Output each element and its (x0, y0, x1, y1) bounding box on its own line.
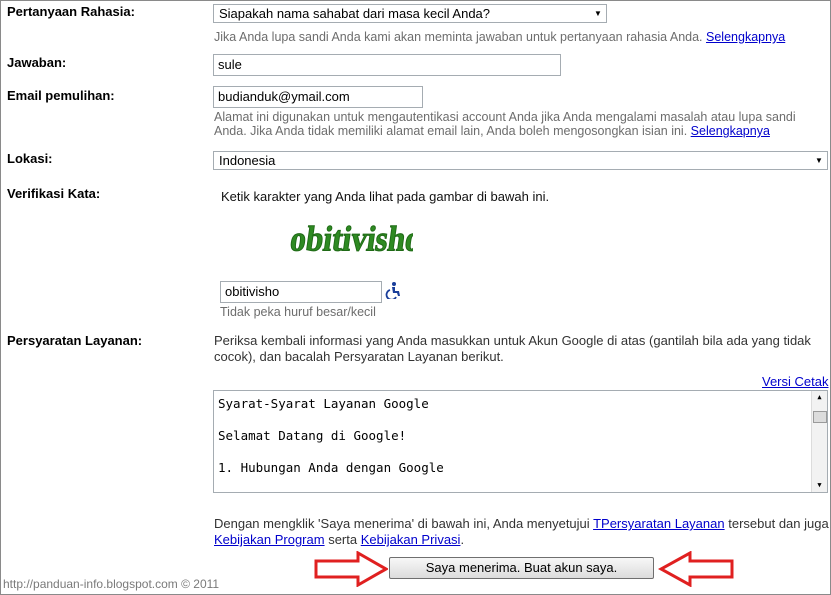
watermark: http://panduan-info.blogspot.com © 2011 (3, 577, 220, 591)
security-question-hint: Jika Anda lupa sandi Anda kami akan memi… (214, 28, 785, 46)
chevron-down-icon: ▼ (594, 9, 602, 18)
right-arrow-annotation (314, 551, 388, 587)
accept-create-account-button[interactable]: Saya menerima. Buat akun saya. (389, 557, 654, 579)
agreement-text: . (460, 532, 465, 547)
recovery-email-label: Email pemulihan: (7, 88, 115, 103)
captcha-text: obitivisho (288, 220, 413, 259)
answer-label: Jawaban: (7, 55, 67, 70)
recovery-email-hint-text: Anda. Jika Anda tidak memiliki alamat em… (214, 124, 688, 138)
location-value: Indonesia (219, 153, 276, 168)
verification-instruction: Ketik karakter yang Anda lihat pada gamb… (221, 189, 550, 204)
security-question-label: Pertanyaan Rahasia: (7, 4, 135, 19)
agreement-text: tersebut dan juga (728, 516, 829, 531)
recovery-email-input[interactable]: budianduk@ymail.com (213, 86, 423, 108)
terms-link[interactable]: TPersyaratan Layanan (593, 516, 725, 531)
location-select[interactable]: Indonesia ▼ (213, 151, 828, 170)
left-arrow-annotation (658, 551, 734, 587)
security-question-hint-text: Jika Anda lupa sandi Anda kami akan memi… (214, 30, 703, 44)
tos-line: Syarat-Syarat Layanan Google (218, 396, 429, 411)
verification-label: Verifikasi Kata: (7, 186, 101, 201)
scroll-thumb[interactable] (813, 411, 827, 423)
location-label: Lokasi: (7, 151, 53, 166)
captcha-case-hint: Tidak peka huruf besar/kecil (220, 305, 376, 319)
agreement-text: serta (328, 532, 358, 547)
tos-line: Selamat Datang di Google! (218, 428, 407, 443)
accessibility-audio-icon[interactable] (385, 281, 403, 299)
terms-of-service-textarea[interactable]: Syarat-Syarat Layanan Google Selamat Dat… (213, 390, 828, 493)
captcha-image: obitivisho (287, 220, 413, 260)
agreement-text: Dengan mengklik 'Saya menerima' di bawah… (214, 516, 590, 531)
scroll-up-icon[interactable]: ▲ (814, 393, 825, 401)
program-policy-link[interactable]: Kebijakan Program (214, 532, 325, 547)
privacy-policy-link[interactable]: Kebijakan Privasi (361, 532, 461, 547)
scroll-down-icon[interactable]: ▼ (814, 481, 825, 489)
terms-text-line2: cocok), dan bacalah Persyaratan Layanan … (214, 349, 504, 364)
security-question-select[interactable]: Siapakah nama sahabat dari masa kecil An… (213, 4, 607, 23)
recovery-email-more-link[interactable]: Selengkapnya (691, 124, 770, 138)
print-version-link[interactable]: Versi Cetak (762, 374, 828, 389)
terms-label: Persyaratan Layanan: (7, 333, 143, 348)
security-question-more-link[interactable]: Selengkapnya (706, 30, 785, 44)
tos-line: 1. Hubungan Anda dengan Google (218, 460, 444, 475)
tos-scrollbar[interactable]: ▲ ▼ (811, 391, 827, 492)
agreement-text-line2: Kebijakan Program serta Kebijakan Privas… (214, 530, 464, 549)
recovery-email-hint-line2: Anda. Jika Anda tidak memiliki alamat em… (214, 122, 770, 140)
captcha-input[interactable]: obitivisho (220, 281, 382, 303)
security-question-value: Siapakah nama sahabat dari masa kecil An… (219, 6, 491, 21)
answer-input[interactable]: sule (213, 54, 561, 76)
chevron-down-icon: ▼ (815, 156, 823, 165)
